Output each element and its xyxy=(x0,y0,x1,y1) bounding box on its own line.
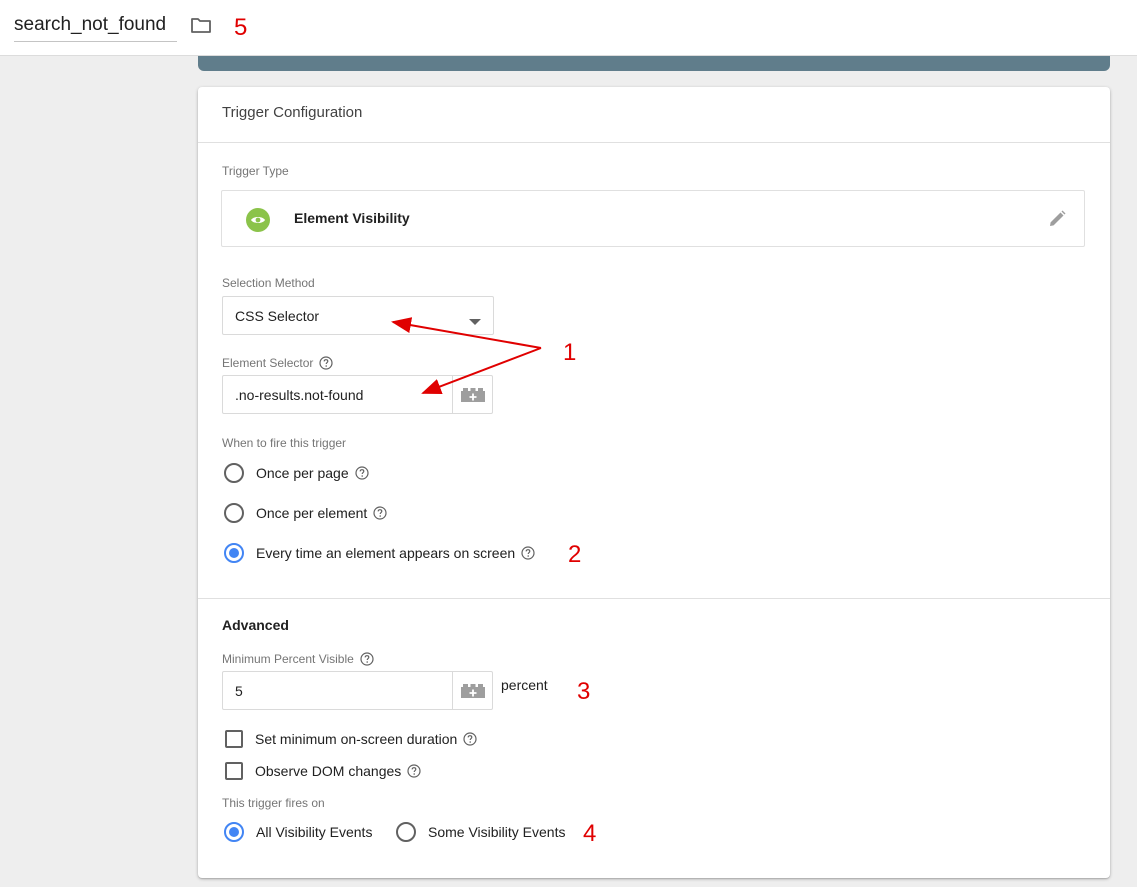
checkbox-observe-dom[interactable]: Observe DOM changes xyxy=(225,762,421,780)
trigger-type-name: Element Visibility xyxy=(294,210,410,226)
annotation-5: 5 xyxy=(234,14,248,41)
when-to-fire-label: When to fire this trigger xyxy=(222,436,346,450)
variable-block-icon xyxy=(461,388,485,402)
eye-icon xyxy=(246,208,270,232)
element-selector-label-text: Element Selector xyxy=(222,356,314,370)
trigger-configuration-card: Trigger Configuration Trigger Type Eleme… xyxy=(198,87,1110,878)
when-to-fire-label-text: When to fire this trigger xyxy=(222,436,347,450)
checkbox[interactable] xyxy=(225,762,243,780)
section-divider xyxy=(198,598,1110,599)
checkbox[interactable] xyxy=(225,730,243,748)
help-icon[interactable] xyxy=(319,356,333,370)
element-selector-label: Element Selector xyxy=(222,356,333,370)
fires-on-label-text: This trigger fires on xyxy=(222,796,325,810)
radio-button[interactable] xyxy=(396,822,416,842)
min-percent-label-text: Minimum Percent Visible xyxy=(222,652,354,666)
help-icon[interactable] xyxy=(521,546,535,560)
tag-header-strip xyxy=(198,56,1110,71)
trigger-type-label: Trigger Type xyxy=(222,164,289,178)
help-icon[interactable] xyxy=(373,506,387,520)
selection-method-dropdown[interactable]: CSS Selector xyxy=(222,296,494,335)
annotation-2: 2 xyxy=(568,541,582,568)
variable-picker-button[interactable] xyxy=(452,376,492,413)
trigger-type-label-text: Trigger Type xyxy=(222,164,289,178)
checkbox-min-duration[interactable]: Set minimum on-screen duration xyxy=(225,730,477,748)
element-selector-field xyxy=(222,375,493,414)
checkbox-label: Observe DOM changes xyxy=(255,763,402,779)
radio-once-per-page[interactable]: Once per page xyxy=(224,463,369,483)
selection-method-value: CSS Selector xyxy=(235,308,320,324)
radio-label: Once per page xyxy=(256,465,349,481)
folder-icon[interactable] xyxy=(190,15,212,35)
min-percent-label: Minimum Percent Visible xyxy=(222,652,374,666)
card-title: Trigger Configuration xyxy=(222,104,363,121)
annotation-4: 4 xyxy=(583,820,597,847)
pencil-icon[interactable] xyxy=(1047,209,1067,229)
radio-some-visibility-events[interactable]: Some Visibility Events xyxy=(396,822,565,842)
radio-label: Once per element xyxy=(256,505,368,521)
advanced-section-title: Advanced xyxy=(222,617,289,633)
radio-button-selected[interactable] xyxy=(224,543,244,563)
variable-block-icon xyxy=(461,684,485,698)
help-icon[interactable] xyxy=(355,466,369,480)
radio-once-per-element[interactable]: Once per element xyxy=(224,503,387,523)
radio-button[interactable] xyxy=(224,463,244,483)
radio-every-time-appears[interactable]: Every time an element appears on screen xyxy=(224,543,535,563)
variable-picker-button[interactable] xyxy=(452,672,492,709)
help-icon[interactable] xyxy=(360,652,374,666)
radio-all-visibility-events[interactable]: All Visibility Events xyxy=(224,822,372,842)
trigger-name-input[interactable]: search_not_found xyxy=(14,12,177,42)
checkbox-label: Set minimum on-screen duration xyxy=(255,731,458,747)
help-icon[interactable] xyxy=(407,764,421,778)
card-divider xyxy=(198,142,1110,143)
selection-method-label-text: Selection Method xyxy=(222,276,315,290)
annotation-1: 1 xyxy=(563,339,577,366)
radio-button-selected[interactable] xyxy=(224,822,244,842)
element-selector-input[interactable] xyxy=(223,376,452,413)
radio-label: All Visibility Events xyxy=(256,824,373,840)
percent-unit-label: percent xyxy=(501,677,548,693)
selection-method-label: Selection Method xyxy=(222,276,315,290)
min-percent-field xyxy=(222,671,493,710)
fires-on-label: This trigger fires on xyxy=(222,796,325,810)
help-icon[interactable] xyxy=(463,732,477,746)
annotation-3: 3 xyxy=(577,678,591,705)
radio-button[interactable] xyxy=(224,503,244,523)
radio-label: Every time an element appears on screen xyxy=(256,545,516,561)
min-percent-input[interactable] xyxy=(223,672,452,709)
caret-down-icon xyxy=(469,313,481,325)
radio-label: Some Visibility Events xyxy=(428,824,566,840)
trigger-type-selector[interactable]: Element Visibility xyxy=(221,190,1085,247)
top-bar: search_not_found 5 xyxy=(0,0,1137,56)
